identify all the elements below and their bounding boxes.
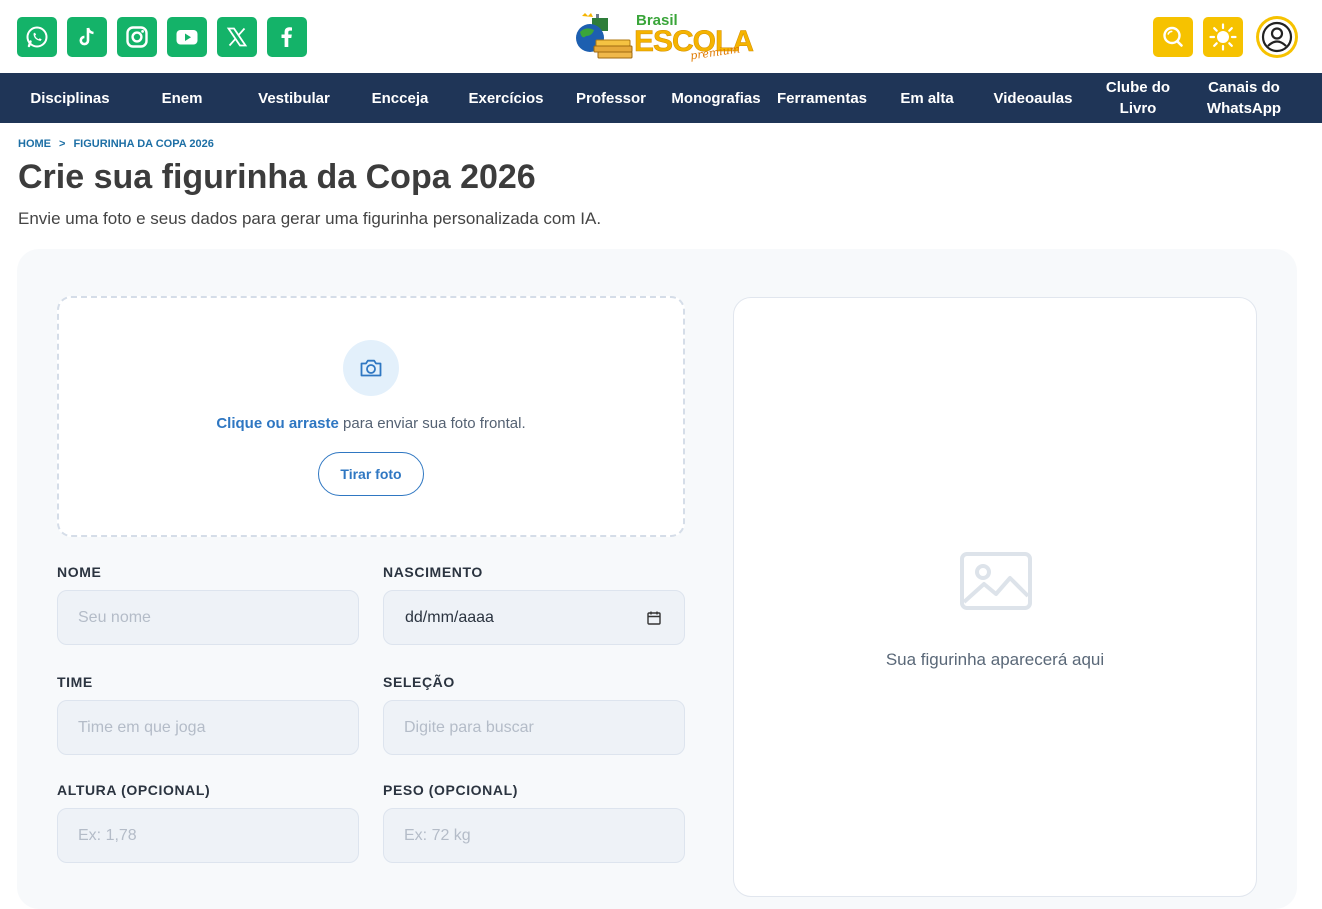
nav-item-enem[interactable]: Enem [134,73,230,123]
time-input[interactable] [57,700,359,755]
nav-item-clube-do-livro[interactable]: Clube do Livro [1092,73,1184,123]
nav-item-professor[interactable]: Professor [566,73,656,123]
nascimento-value: dd/mm/aaaa [405,608,494,626]
breadcrumb-separator: > [59,138,66,150]
search-icon [1163,26,1183,47]
take-photo-button[interactable]: Tirar foto [318,452,424,496]
nav-item-disciplinas[interactable]: Disciplinas [17,73,123,123]
x-icon[interactable] [217,17,257,57]
nome-input[interactable] [57,590,359,645]
breadcrumb-current[interactable]: FIGURINHA DA COPA 2026 [73,138,213,150]
selecao-label: SELEÇÃO [383,674,455,690]
nav-item-em-alta[interactable]: Em alta [886,73,968,123]
user-account-button[interactable] [1256,16,1298,58]
calendar-icon[interactable] [646,610,662,626]
peso-input[interactable] [383,808,685,863]
nome-label: NOME [57,564,102,580]
nascimento-label: NASCIMENTO [383,564,483,580]
top-bar: Brasil ESCOLA premium [0,0,1322,73]
user-icon [1261,21,1293,53]
selecao-search-input[interactable] [383,700,685,755]
nav-item-canais-do-whatsapp[interactable]: Canais do WhatsApp [1196,73,1292,123]
instagram-icon[interactable] [117,17,157,57]
breadcrumb-home[interactable]: HOME [18,138,51,150]
image-placeholder-icon [960,552,1032,610]
nav-item-videoaulas[interactable]: Videoaulas [984,73,1082,123]
nav-item-encceja[interactable]: Encceja [356,73,444,123]
sun-icon [1209,23,1237,51]
upload-link[interactable]: Clique ou arraste [216,415,339,432]
sticker-preview-panel: Sua figurinha aparecerá aqui [733,297,1257,897]
main-nav: Disciplinas Enem Vestibular Encceja Exer… [0,73,1322,123]
altura-input[interactable] [57,808,359,863]
nascimento-date-input[interactable]: dd/mm/aaaa [383,590,685,645]
nav-item-exercicios[interactable]: Exercícios [458,73,554,123]
tiktok-icon[interactable] [67,17,107,57]
nav-item-monografias[interactable]: Monografias [666,73,766,123]
preview-placeholder-text: Sua figurinha aparecerá aqui [885,650,1105,669]
altura-label: ALTURA (OPCIONAL) [57,782,211,798]
breadcrumb: HOME > FIGURINHA DA COPA 2026 [18,138,214,150]
theme-toggle-button[interactable] [1203,17,1243,57]
peso-label: PESO (OPCIONAL) [383,782,519,798]
youtube-icon[interactable] [167,17,207,57]
search-button[interactable] [1153,17,1193,57]
nav-item-vestibular[interactable]: Vestibular [243,73,345,123]
camera-icon [360,359,382,377]
photo-dropzone[interactable]: Clique ou arraste para enviar sua foto f… [57,296,685,537]
nav-item-ferramentas[interactable]: Ferramentas [770,73,874,123]
whatsapp-icon[interactable] [17,17,57,57]
camera-icon-circle [343,340,399,396]
page-subtitle: Envie uma foto e seus dados para gerar u… [18,209,602,228]
time-label: TIME [57,674,93,690]
page-title: Crie sua figurinha da Copa 2026 [18,158,536,196]
facebook-icon[interactable] [267,17,307,57]
brasil-escola-logo[interactable]: Brasil ESCOLA premium [572,10,754,64]
logo-globe-books-icon [576,13,633,59]
avatar [1259,19,1295,55]
dropzone-instructions: Clique ou arraste para enviar sua foto f… [59,415,683,432]
dropzone-rest-text: para enviar sua foto frontal. [338,415,526,432]
